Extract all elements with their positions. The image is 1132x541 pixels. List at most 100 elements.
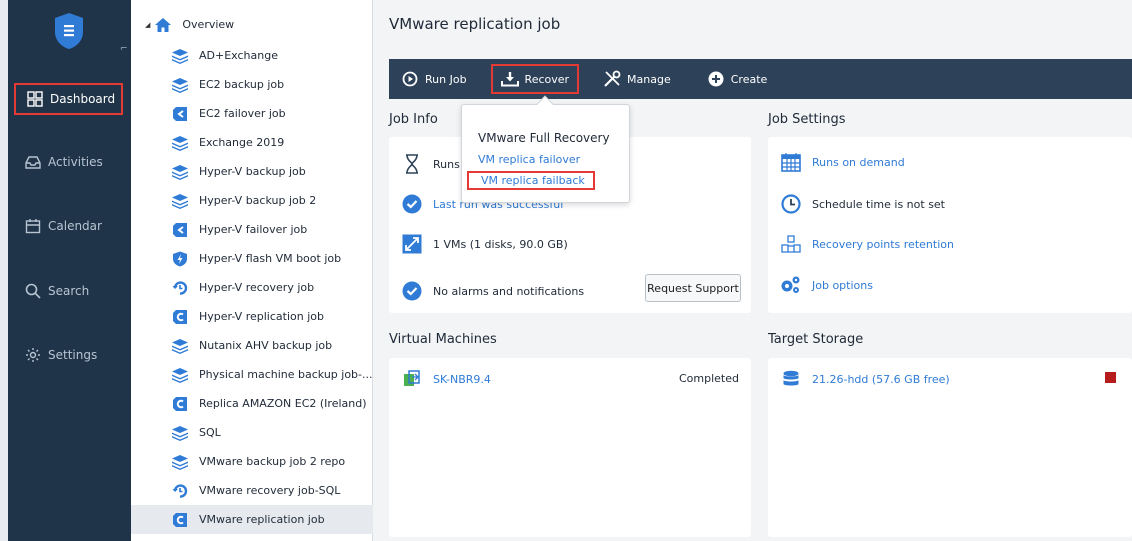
tree-item[interactable]: Nutanix AHV backup job — [131, 331, 373, 360]
replication-job-icon — [171, 512, 189, 528]
job-options-row[interactable]: Job options — [780, 274, 873, 296]
nav-search[interactable]: Search — [14, 275, 123, 307]
backup-job-icon — [171, 77, 189, 93]
download-icon — [500, 70, 519, 88]
manage-label: Manage — [627, 72, 671, 86]
nav-calendar[interactable]: Calendar — [14, 210, 123, 242]
page-title: VMware replication job — [389, 15, 561, 33]
nav-search-label: Search — [48, 284, 90, 298]
settings-icon — [24, 346, 42, 364]
tree-item[interactable]: AD+Exchange — [131, 41, 373, 70]
backup-job-icon — [171, 338, 189, 354]
job-toolbar: Run Job Recover Manage Create — [389, 59, 1132, 99]
dashboard-icon — [26, 90, 44, 108]
tree-item-label: Hyper-V flash VM boot job — [199, 252, 342, 265]
resize-vm-icon — [401, 233, 423, 255]
manage-button[interactable]: Manage — [595, 64, 679, 94]
tree-item[interactable]: EC2 backup job — [131, 70, 373, 99]
replication-job-icon — [171, 396, 189, 412]
main-nav: ⌐ Dashboard Activities Calendar Search S… — [8, 0, 131, 541]
target-storage-title: Target Storage — [768, 332, 864, 347]
tree-item[interactable]: EC2 failover job — [131, 99, 373, 128]
storage-row[interactable]: 21.26-hdd (57.6 GB free) — [780, 368, 950, 390]
job-options-label: Job options — [812, 278, 873, 292]
tree-item-label: VMware recovery job-SQL — [199, 484, 341, 497]
expand-caret-icon[interactable]: ◢ — [145, 21, 150, 29]
backup-job-icon — [171, 135, 189, 151]
search-icon — [24, 282, 42, 300]
tree-item-label: Hyper-V backup job — [199, 165, 306, 178]
vm-replica-failback-link[interactable]: VM replica failback — [467, 171, 595, 190]
vm-name: SK-NBR9.4 — [433, 372, 491, 386]
schedule-label: Schedule time is not set — [812, 197, 945, 211]
nav-dashboard[interactable]: Dashboard — [14, 83, 123, 115]
vm-replica-failover-link[interactable]: VM replica failover — [478, 153, 580, 166]
job-settings-card: Runs on demand Schedule time is not set … — [768, 137, 1132, 313]
clock-icon — [780, 193, 802, 215]
tree-root-label: Overview — [182, 18, 235, 31]
retention-label: Recovery points retention — [812, 237, 954, 251]
check-circle-icon — [401, 193, 423, 215]
runs-row: Runs — [401, 153, 460, 175]
alarms-label: No alarms and notifications — [433, 284, 585, 298]
target-storage-card: 21.26-hdd (57.6 GB free) — [768, 358, 1132, 537]
vms-row: 1 VMs (1 disks, 90.0 GB) — [401, 233, 568, 255]
request-support-button[interactable]: Request Support — [645, 274, 741, 302]
tree-item[interactable]: VMware replication job — [131, 505, 373, 534]
tree-item[interactable]: Hyper-V backup job — [131, 157, 373, 186]
tree-item[interactable]: VMware backup job 2 repo — [131, 447, 373, 476]
tree-item-label: SQL — [199, 426, 221, 439]
tree-item-label: Hyper-V recovery job — [199, 281, 315, 294]
tree-item[interactable]: Exchange 2019 — [131, 128, 373, 157]
tree-root-overview[interactable]: ◢ Overview — [131, 10, 373, 39]
recover-popup: VMware Full Recovery VM replica failover… — [461, 95, 630, 203]
vm-status: Completed — [679, 372, 739, 385]
virtual-machines-card: SK-NBR9.4 Completed — [389, 358, 751, 537]
activities-icon — [24, 153, 42, 171]
backup-job-icon — [171, 164, 189, 180]
vm-replica-icon — [401, 368, 423, 390]
flashboot-job-icon — [171, 251, 189, 267]
tree-item[interactable]: SQL — [131, 418, 373, 447]
home-icon — [154, 17, 172, 33]
recover-label: Recover — [524, 72, 570, 86]
tree-item[interactable]: Hyper-V flash VM boot job — [131, 244, 373, 273]
tree-item[interactable]: Hyper-V replication job — [131, 302, 373, 331]
backup-job-icon — [171, 367, 189, 383]
calendar-icon — [24, 217, 42, 235]
recovery-job-icon — [171, 483, 189, 499]
schedule-row: Schedule time is not set — [780, 193, 945, 215]
tree-item-label: EC2 failover job — [199, 107, 286, 120]
app-logo-icon[interactable] — [53, 12, 85, 50]
storage-label: 21.26-hdd (57.6 GB free) — [812, 372, 950, 386]
tree-item[interactable]: Physical machine backup job-... — [131, 360, 373, 389]
create-button[interactable]: Create — [699, 64, 776, 94]
tree-item-label: Physical machine backup job-... — [199, 368, 373, 381]
create-label: Create — [730, 72, 768, 86]
recover-button[interactable]: Recover — [490, 64, 580, 94]
run-job-button[interactable]: Run Job — [393, 64, 475, 94]
cubes-icon — [780, 233, 802, 255]
runs-on-demand-label: Runs on demand — [812, 155, 905, 169]
tree-item-label: Hyper-V backup job 2 — [199, 194, 317, 207]
check-circle-icon — [401, 280, 423, 302]
job-info-title: Job Info — [389, 112, 438, 127]
gears-icon — [780, 274, 802, 296]
tree-item-label: EC2 backup job — [199, 78, 285, 91]
nav-settings[interactable]: Settings — [14, 339, 123, 371]
retention-row[interactable]: Recovery points retention — [780, 233, 954, 255]
tree-item[interactable]: Hyper-V failover job — [131, 215, 373, 244]
tree-item[interactable]: Hyper-V backup job 2 — [131, 186, 373, 215]
vm-row[interactable]: SK-NBR9.4 — [401, 368, 491, 390]
play-circle-icon — [401, 70, 419, 88]
backup-job-icon — [171, 454, 189, 470]
tree-item-label: AD+Exchange — [199, 49, 278, 62]
main-content: VMware replication job Run Job Recover M… — [373, 0, 1132, 541]
runs-on-demand-row[interactable]: Runs on demand — [780, 151, 905, 173]
tree-item[interactable]: Replica AMAZON EC2 (Ireland) — [131, 389, 373, 418]
tree-item[interactable]: Hyper-V recovery job — [131, 273, 373, 302]
nav-activities[interactable]: Activities — [14, 146, 123, 178]
tree-item[interactable]: VMware recovery job-SQL — [131, 476, 373, 505]
tree-item-label: Hyper-V failover job — [199, 223, 308, 236]
collapse-corner-icon[interactable]: ⌐ — [120, 44, 128, 54]
